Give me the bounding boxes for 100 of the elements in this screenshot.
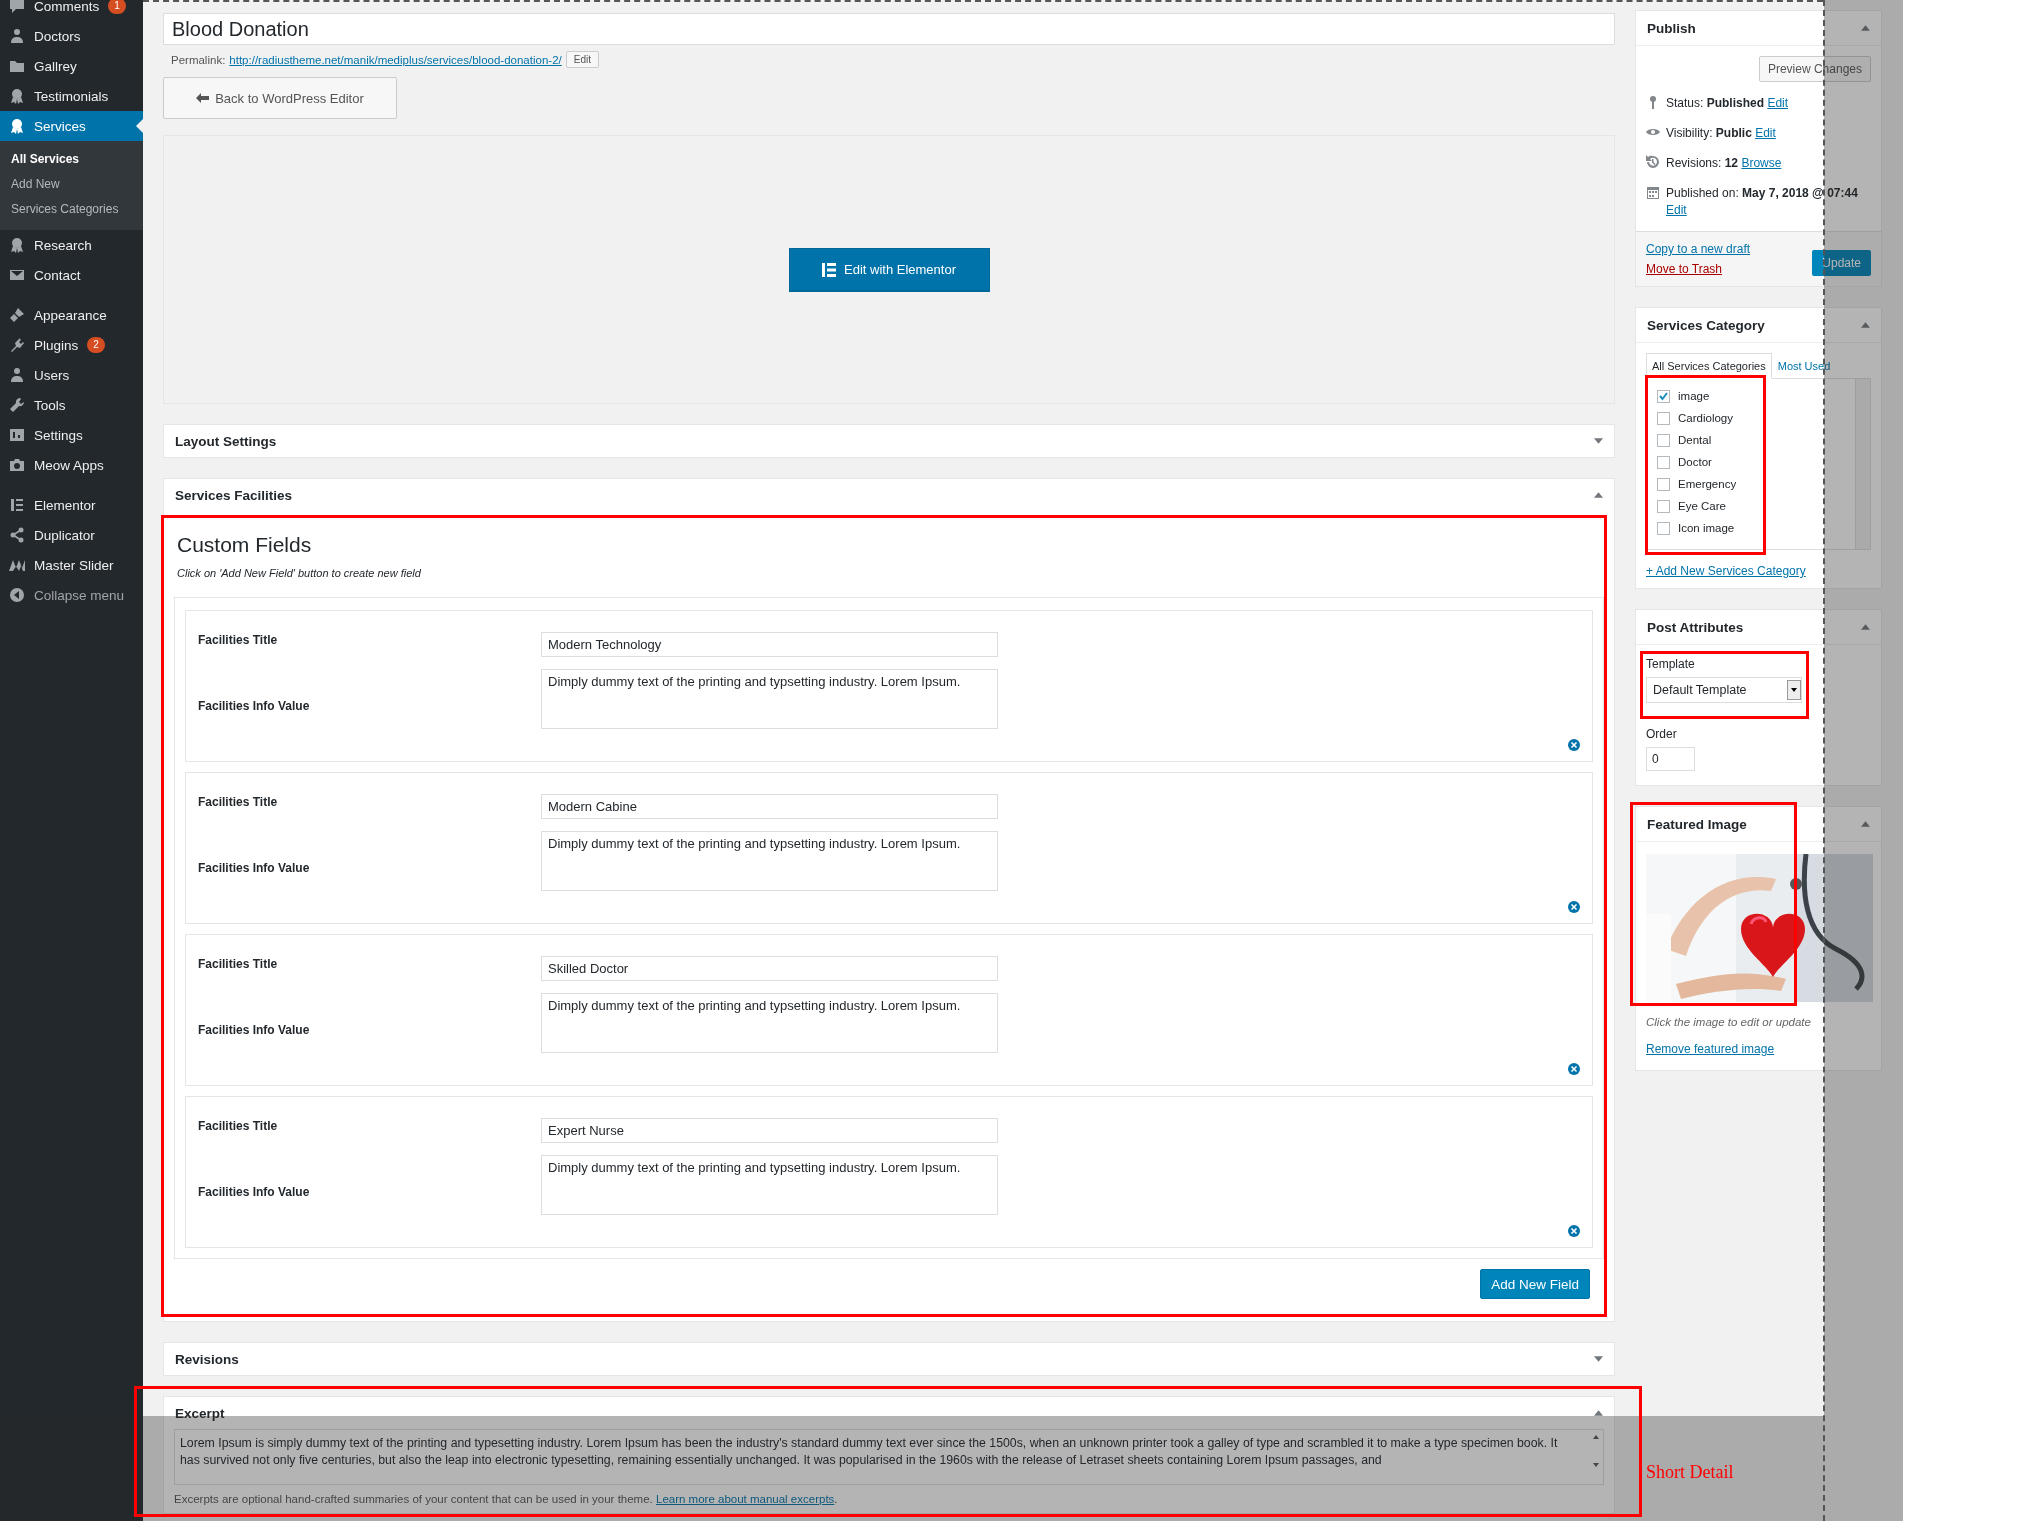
field-label: Facilities Info Value [197, 1023, 311, 1037]
meta-text: Revisions: 12 Browse [1666, 155, 1782, 172]
sidebar-item[interactable]: Comments 1 [0, 0, 143, 21]
title-field[interactable]: Blood Donation [163, 13, 1615, 45]
hint-text: Click the image to edit or update [1646, 1016, 1812, 1028]
checkbox[interactable] [1657, 521, 1670, 535]
comment-icon [9, 0, 25, 14]
edit-link[interactable]: Edit [1666, 203, 1687, 217]
template-select[interactable]: Default Template [1646, 677, 1802, 703]
sidebar-item[interactable]: Appearance [0, 300, 143, 330]
remove-icon[interactable] [1568, 901, 1580, 913]
list-icon [9, 497, 25, 513]
toggle-arrow-icon[interactable] [1594, 1356, 1603, 1362]
list-icon [822, 262, 836, 277]
submenu-item[interactable]: Services Categories [0, 197, 143, 222]
toggle-arrow-icon[interactable] [1594, 492, 1603, 498]
sidebar-item[interactable]: Users [0, 360, 143, 390]
checkbox[interactable] [1657, 455, 1670, 469]
sidebar-item[interactable]: Services [0, 111, 143, 141]
sidebar-label: Elementor [34, 497, 96, 513]
remove-icon[interactable] [1568, 1225, 1580, 1237]
camera-icon [9, 457, 25, 473]
person-icon [9, 28, 25, 44]
envelope-icon [9, 267, 25, 283]
toggle-arrow-icon[interactable] [1861, 322, 1870, 328]
field-label: Facilities Info Value [197, 699, 311, 713]
checkbox-label: Emergency [1678, 478, 1737, 490]
sidebar-item[interactable]: Master Slider [0, 550, 143, 580]
text-area[interactable]: Dimply dummy text of the printing and typsetting industry. Lorem Ipsum. [541, 831, 998, 891]
checkbox[interactable] [1657, 477, 1670, 491]
text-area[interactable]: Dimply dummy text of the printing and typsetting industry. Lorem Ipsum. [541, 993, 998, 1053]
permalink-label: Permalink: [171, 53, 226, 66]
sidebar-label: Doctors [34, 28, 81, 44]
sidebar-item[interactable]: Gallrey [0, 51, 143, 81]
permalink-link[interactable]: http://radiustheme.net/manik/mediplus/services/blood-donation-2/ [229, 53, 562, 66]
remove-icon[interactable] [1568, 739, 1580, 751]
sidebar-label: Testimonials [34, 88, 109, 104]
toggle-arrow-icon[interactable] [1861, 624, 1870, 630]
sidebar-label: Services [34, 118, 86, 134]
sidebar-item[interactable]: Plugins 2 [0, 330, 143, 360]
sidebar-item[interactable]: Duplicator [0, 520, 143, 550]
input-field[interactable]: Modern Technology [541, 631, 998, 657]
sidebar-label: Master Slider [34, 557, 114, 573]
count-badge: 1 [108, 0, 126, 14]
plug-icon [9, 337, 25, 353]
sidebar-item[interactable]: Contact [0, 260, 143, 290]
checkbox[interactable] [1657, 499, 1670, 513]
edit-button[interactable]: Edit [565, 51, 599, 68]
edit-link[interactable]: Browse [1741, 156, 1782, 170]
sidebar-label: Meow Apps [34, 457, 104, 473]
ribbon-icon [9, 237, 25, 253]
sidebar-item[interactable]: Collapse menu [0, 580, 143, 610]
checkbox-label: image [1678, 390, 1710, 402]
submenu-item[interactable]: Add New [0, 172, 143, 197]
submenu-item[interactable]: All Services [0, 147, 143, 172]
checkbox-label: Eye Care [1678, 500, 1726, 512]
checkbox[interactable] [1657, 411, 1670, 425]
input-field[interactable]: Skilled Doctor [541, 955, 998, 981]
edit-link[interactable]: Edit [1767, 96, 1789, 110]
checkbox-label: Doctor [1678, 456, 1712, 468]
remove-image-link[interactable]: Remove featured image [1646, 1042, 1871, 1056]
text-area[interactable]: Dimply dummy text of the printing and typsetting industry. Lorem Ipsum. [541, 669, 998, 729]
add-category-link[interactable]: + Add New Services Category [1646, 564, 1871, 578]
person-icon [9, 367, 25, 383]
sidebar-item[interactable]: Meow Apps [0, 450, 143, 480]
toggle-arrow-icon[interactable] [1861, 25, 1870, 31]
remove-icon[interactable] [1568, 1063, 1580, 1075]
checkbox[interactable] [1657, 389, 1670, 403]
trash-link[interactable]: Move to Trash [1646, 262, 1751, 276]
field-label: Template [1646, 657, 1696, 671]
collapse-icon [9, 587, 25, 603]
sidebar-label: Gallrey [34, 58, 77, 74]
back-button[interactable]: Back to WordPress Editor [163, 77, 397, 119]
toggle-arrow-icon[interactable] [1594, 1410, 1603, 1416]
toggle-arrow-icon[interactable] [1861, 821, 1870, 827]
panel-title: Services Category [1647, 317, 1765, 333]
ribbon-icon [9, 88, 25, 104]
checkbox[interactable] [1657, 433, 1670, 447]
excerpt-field[interactable] [174, 1429, 1604, 1485]
ribbon-icon [9, 118, 25, 134]
panel-title: Revisions [175, 1351, 239, 1367]
panel-title: Post Attributes [1647, 619, 1744, 635]
sidebar-label: Contact [34, 267, 81, 283]
sidebar-item[interactable]: Tools [0, 390, 143, 420]
sidebar-item[interactable]: Settings [0, 420, 143, 450]
input-field[interactable]: Modern Cabine [541, 793, 998, 819]
edit-link[interactable]: Edit [1755, 126, 1776, 140]
sidebar-item[interactable]: Elementor [0, 490, 143, 520]
text-area[interactable]: Dimply dummy text of the printing and typsetting industry. Lorem Ipsum. [541, 1155, 998, 1215]
order-field[interactable]: 0 [1646, 747, 1695, 771]
tab[interactable]: Most Used [1771, 353, 1837, 379]
sidebar-item[interactable]: Research [0, 230, 143, 260]
copy-draft-link[interactable]: Copy to a new draft [1646, 242, 1751, 256]
input-field[interactable]: Expert Nurse [541, 1117, 998, 1143]
scroll-arrows-icon [1592, 1433, 1600, 1469]
elementor-button[interactable]: Edit with Elementor [788, 248, 990, 291]
add-field-button[interactable]: Add New Field [1480, 1269, 1590, 1299]
sidebar-item[interactable]: Testimonials [0, 81, 143, 111]
sidebar-item[interactable]: Doctors [0, 21, 143, 51]
toggle-arrow-icon[interactable] [1594, 438, 1603, 444]
